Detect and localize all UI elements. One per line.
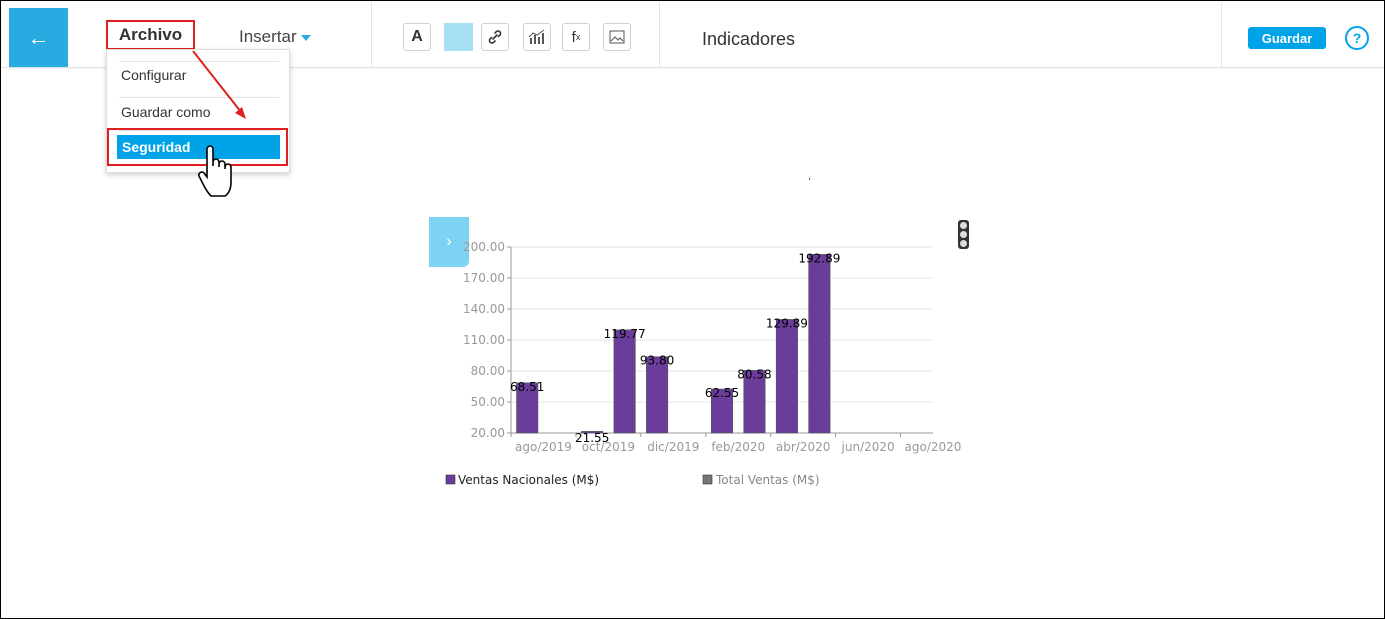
- legend-swatch: [702, 474, 713, 485]
- data-label: 93.80: [640, 354, 674, 368]
- data-label: 80.58: [737, 367, 771, 381]
- x-tick-label: oct/2019: [582, 440, 635, 454]
- bar: [808, 254, 831, 434]
- legend-label: Ventas Nacionales (M$): [458, 473, 599, 487]
- bar-chart: 20.00 50.00 80.00 110.00 140.00 170.00 200.00 6…: [445, 240, 962, 487]
- y-tick-label: 200.00: [463, 240, 505, 254]
- x-tick-label: ago/2020: [905, 440, 962, 454]
- data-label: 129.89: [766, 316, 808, 330]
- x-tick-label: jun/2020: [841, 440, 895, 454]
- legend-label: Total Ventas (M$): [715, 473, 820, 487]
- hand-cursor-icon: [198, 145, 232, 197]
- bar: [613, 329, 636, 434]
- x-tick-label: ago/2019: [515, 440, 572, 454]
- legend-swatch: [445, 474, 456, 485]
- y-tick-label: 20.00: [471, 426, 505, 440]
- data-label: 62.55: [705, 386, 739, 400]
- y-tick-label: 50.00: [471, 395, 505, 409]
- y-tick-label: 110.00: [463, 333, 505, 347]
- data-label: 68.51: [510, 380, 544, 394]
- x-tick-label: abr/2020: [776, 440, 831, 454]
- y-tick-label: 140.00: [463, 302, 505, 316]
- y-tick-label: 80.00: [471, 364, 505, 378]
- bar: [775, 319, 798, 434]
- app-frame: ← Archivo Insertar A fx Indicadores Guar…: [0, 0, 1385, 619]
- data-label: 119.77: [604, 327, 646, 341]
- y-tick-label: 170.00: [463, 271, 505, 285]
- data-label: 192.89: [798, 251, 840, 265]
- stray-mark: ,: [808, 171, 811, 182]
- bar: [646, 356, 669, 434]
- x-tick-label: feb/2020: [711, 440, 765, 454]
- x-tick-label: dic/2019: [647, 440, 699, 454]
